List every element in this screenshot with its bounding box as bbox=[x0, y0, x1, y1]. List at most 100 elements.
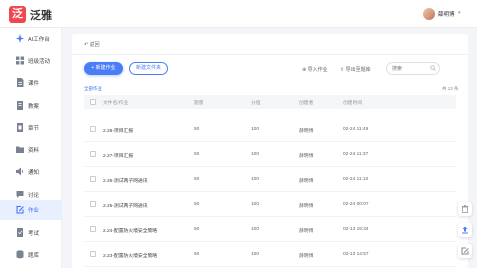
sidebar: AI工作台 班级活动 课件 教案 章节 资料 通知 讨论 作业 考试 题库 bbox=[0, 28, 62, 268]
export-to-bank-button[interactable]: ⇪ 导出至题库 bbox=[340, 66, 371, 73]
table-row[interactable]: 2.27-项目汇报 50 100 薛明博 02-24 11:37 bbox=[84, 142, 456, 167]
table-row[interactable]: 2.23-配置防火墙安全策略 50 100 薛明博 02-13 14:57 bbox=[84, 242, 456, 267]
sidebar-item-label: 班级活动 bbox=[28, 59, 51, 65]
grid-icon bbox=[16, 56, 24, 65]
score: 100 bbox=[251, 127, 260, 132]
sidebar-item-chapters[interactable]: 章节 bbox=[0, 118, 62, 138]
homework-name[interactable]: 2.25-测试两子网通讯 bbox=[103, 202, 148, 209]
created-time: 02-13 15:34 bbox=[343, 227, 369, 232]
edit-button[interactable] bbox=[458, 244, 472, 258]
creator: 薛明博 bbox=[299, 254, 314, 259]
question-count: 50 bbox=[194, 127, 200, 132]
folder-icon bbox=[16, 145, 24, 154]
question-count: 50 bbox=[194, 252, 200, 257]
floating-toolbar bbox=[458, 200, 472, 262]
sidebar-item-label: 考试 bbox=[28, 231, 40, 237]
edit-icon bbox=[16, 205, 24, 214]
brand-name: 泛雅 bbox=[30, 10, 52, 22]
score: 100 bbox=[251, 252, 260, 257]
trash-icon bbox=[461, 205, 469, 213]
sidebar-item-question-bank[interactable]: 题库 bbox=[0, 245, 62, 265]
created-time: 02-24 11:37 bbox=[343, 152, 369, 157]
new-homework-button[interactable]: + 新建作业 bbox=[84, 62, 123, 75]
all-homework-label[interactable]: 全部作业 bbox=[84, 86, 102, 92]
homework-name[interactable]: 2.26-测试两子网通讯 bbox=[103, 177, 148, 184]
homework-name[interactable]: 2.24-配置防火墙安全策略 bbox=[103, 227, 157, 234]
upload-button[interactable] bbox=[458, 223, 472, 237]
username[interactable]: 薛明博 bbox=[438, 10, 455, 18]
sidebar-item-exam[interactable]: 考试 bbox=[0, 223, 62, 243]
question-count: 50 bbox=[194, 177, 200, 182]
database-icon bbox=[16, 250, 24, 259]
sidebar-item-ai-workbench[interactable]: AI工作台 bbox=[0, 29, 62, 49]
score: 100 bbox=[251, 177, 260, 182]
sidebar-item-label: 资料 bbox=[28, 148, 40, 154]
sidebar-item-label: 章节 bbox=[28, 126, 40, 132]
sidebar-item-homework[interactable]: 作业 bbox=[0, 200, 62, 220]
row-checkbox[interactable] bbox=[90, 226, 96, 232]
column-header-time: 创建时间 bbox=[343, 101, 363, 106]
column-header-name: 文件名/作业 bbox=[103, 101, 129, 106]
avatar[interactable] bbox=[423, 8, 435, 20]
row-checkbox[interactable] bbox=[90, 151, 96, 157]
book-icon bbox=[16, 101, 24, 110]
chevron-down-icon[interactable]: ▾ bbox=[458, 10, 461, 16]
select-all-checkbox[interactable] bbox=[90, 99, 96, 105]
total-count: 共 13 条 bbox=[442, 86, 459, 91]
sidebar-item-courseware[interactable]: 课件 bbox=[0, 73, 62, 93]
delete-button[interactable] bbox=[458, 202, 472, 216]
back-link[interactable]: ↶ 返回 bbox=[84, 41, 100, 48]
created-time: 02-24 00:07 bbox=[343, 202, 369, 207]
divider bbox=[72, 54, 468, 55]
table-row[interactable]: 2.24-配置防火墙安全策略 50 100 薛明博 02-13 15:34 bbox=[84, 217, 456, 242]
search-icon[interactable] bbox=[430, 65, 436, 71]
sparkle-icon bbox=[16, 34, 24, 43]
row-checkbox[interactable] bbox=[90, 126, 96, 132]
new-folder-button[interactable]: 新建文件夹 bbox=[129, 62, 168, 75]
back-label: 返回 bbox=[89, 42, 100, 48]
exam-icon bbox=[16, 228, 24, 237]
sidebar-item-materials[interactable]: 资料 bbox=[0, 140, 62, 160]
table-row[interactable]: 2.25-测试两子网通讯 50 100 薛明博 02-24 00:07 bbox=[84, 192, 456, 217]
created-time: 02-13 14:57 bbox=[343, 252, 369, 257]
row-checkbox[interactable] bbox=[90, 201, 96, 207]
sidebar-item-label: 讨论 bbox=[28, 193, 40, 199]
sidebar-item-class-activity[interactable]: 班级活动 bbox=[0, 51, 62, 71]
chat-icon bbox=[16, 190, 24, 199]
top-bar: 泛 泛雅 薛明博 ▾ bbox=[0, 0, 477, 28]
homework-name[interactable]: 2.27-项目汇报 bbox=[103, 152, 133, 159]
table-row[interactable]: 2.26-测试两子网通讯 50 100 薛明博 02-24 11:10 bbox=[84, 167, 456, 192]
logo-icon[interactable]: 泛 bbox=[9, 6, 26, 23]
chapter-icon bbox=[16, 123, 24, 132]
homework-name[interactable]: 2.28-项目汇报 bbox=[103, 127, 133, 134]
question-count: 50 bbox=[194, 227, 200, 232]
sidebar-item-label: 通知 bbox=[28, 170, 40, 176]
creator: 薛明博 bbox=[299, 229, 314, 234]
creator: 薛明博 bbox=[299, 154, 314, 159]
import-label: 导入作业 bbox=[307, 67, 328, 73]
creator: 薛明博 bbox=[299, 179, 314, 184]
sidebar-item-label: 作业 bbox=[28, 208, 40, 214]
speaker-icon bbox=[16, 167, 24, 176]
score: 100 bbox=[251, 202, 260, 207]
row-checkbox[interactable] bbox=[90, 176, 96, 182]
sidebar-item-notice[interactable]: 通知 bbox=[0, 162, 62, 182]
question-count: 50 bbox=[194, 202, 200, 207]
sidebar-item-label: 教案 bbox=[28, 104, 40, 110]
sidebar-item-label: 题库 bbox=[28, 253, 40, 259]
homework-panel: ↶ 返回 + 新建作业 新建文件夹 ⊕ 导入作业 ⇪ 导出至题库 全部作业 共 … bbox=[72, 34, 468, 268]
row-checkbox[interactable] bbox=[90, 251, 96, 257]
table-row[interactable]: 2.28-项目汇报 50 100 薛明博 02-24 11:49 bbox=[84, 117, 456, 142]
sidebar-item-lesson-plan[interactable]: 教案 bbox=[0, 96, 62, 116]
column-header-count: 题量 bbox=[194, 101, 204, 106]
document-icon bbox=[16, 78, 24, 87]
score: 100 bbox=[251, 152, 260, 157]
edit-icon bbox=[461, 247, 469, 255]
sidebar-item-label: AI工作台 bbox=[28, 37, 50, 43]
homework-name[interactable]: 2.23-配置防火墙安全策略 bbox=[103, 252, 157, 259]
column-header-score: 分值 bbox=[251, 101, 261, 106]
upload-icon bbox=[462, 226, 468, 234]
import-homework-button[interactable]: ⊕ 导入作业 bbox=[302, 66, 328, 73]
sidebar-item-label: 课件 bbox=[28, 81, 40, 87]
score: 100 bbox=[251, 227, 260, 232]
